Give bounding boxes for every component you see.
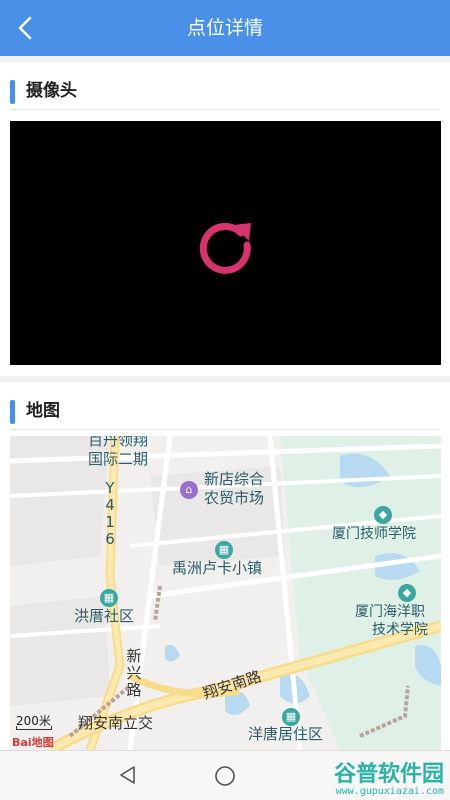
camera-section-header: 摄像头	[10, 70, 440, 110]
map-label-market1: 新店综合	[204, 470, 265, 488]
map-poi-market-icon[interactable]: ⌂	[180, 481, 198, 499]
map-poi-school-icon[interactable]: ◆	[374, 506, 392, 524]
map-scale-bar	[16, 726, 52, 730]
map-poi-town-icon[interactable]: ▦	[215, 541, 233, 559]
baidu-map-logo: Bai地图	[12, 736, 54, 749]
triangle-back-icon	[120, 766, 135, 784]
map-label-yangtang: 洋唐居住区	[248, 725, 324, 743]
map-poi-community-icon[interactable]: ▦	[100, 589, 118, 607]
watermark-title: 谷普软件园	[333, 762, 444, 787]
map-section-title: 地图	[26, 401, 60, 421]
map-label-haiyang1: 厦门海洋职	[355, 604, 425, 620]
map-label-town: 禹洲卢卡小镇	[172, 559, 263, 577]
map-label-top1: 百丹领翔	[88, 436, 149, 449]
map-label-y416-3: 1	[105, 513, 115, 531]
camera-section-title: 摄像头	[26, 81, 77, 101]
watermark: 谷普软件园 www.gupuxiazai.com	[334, 756, 444, 797]
map-poi-residence-icon[interactable]: ▦	[282, 708, 300, 726]
nav-back-button[interactable]	[118, 765, 138, 789]
map-view[interactable]: 百丹领翔 国际二期 Y 4 1 6 ⌂ 新店综合 农贸市场 ◆ 厦门技师学院 ▦…	[10, 436, 441, 750]
map-label-road2: 翔安南立交	[78, 714, 154, 732]
map-label-y416-2: 4	[105, 496, 115, 514]
nav-home-button[interactable]	[214, 765, 236, 791]
section-accent-bar	[10, 80, 15, 104]
map-label-xinxing1: 新	[126, 647, 142, 665]
map-label-school1: 厦门技师学院	[332, 526, 416, 542]
map-label-haiyang2: 技术学院	[372, 622, 428, 638]
circle-home-icon	[215, 766, 235, 786]
map-label-hongtang: 洪厝社区	[74, 607, 135, 625]
refresh-icon	[199, 222, 251, 274]
section-accent-bar	[10, 400, 15, 424]
map-label-xinxing2: 兴	[126, 664, 142, 682]
page-title: 点位详情	[186, 17, 263, 39]
map-label-top2: 国际二期	[88, 450, 149, 468]
camera-video-player[interactable]	[10, 121, 441, 365]
map-label-y416-1: Y	[105, 479, 115, 497]
refresh-button[interactable]	[193, 211, 257, 275]
map-section-header: 地图	[10, 390, 440, 430]
app-header: 点位详情	[0, 0, 450, 56]
map-label-y416-4: 6	[105, 530, 115, 548]
map-label-xinxing3: 路	[126, 681, 142, 699]
map-label-market2: 农贸市场	[204, 489, 265, 507]
watermark-url: www.gupuxiazai.com	[335, 786, 444, 797]
map-poi-haiyang-icon[interactable]: ◆	[398, 584, 416, 602]
